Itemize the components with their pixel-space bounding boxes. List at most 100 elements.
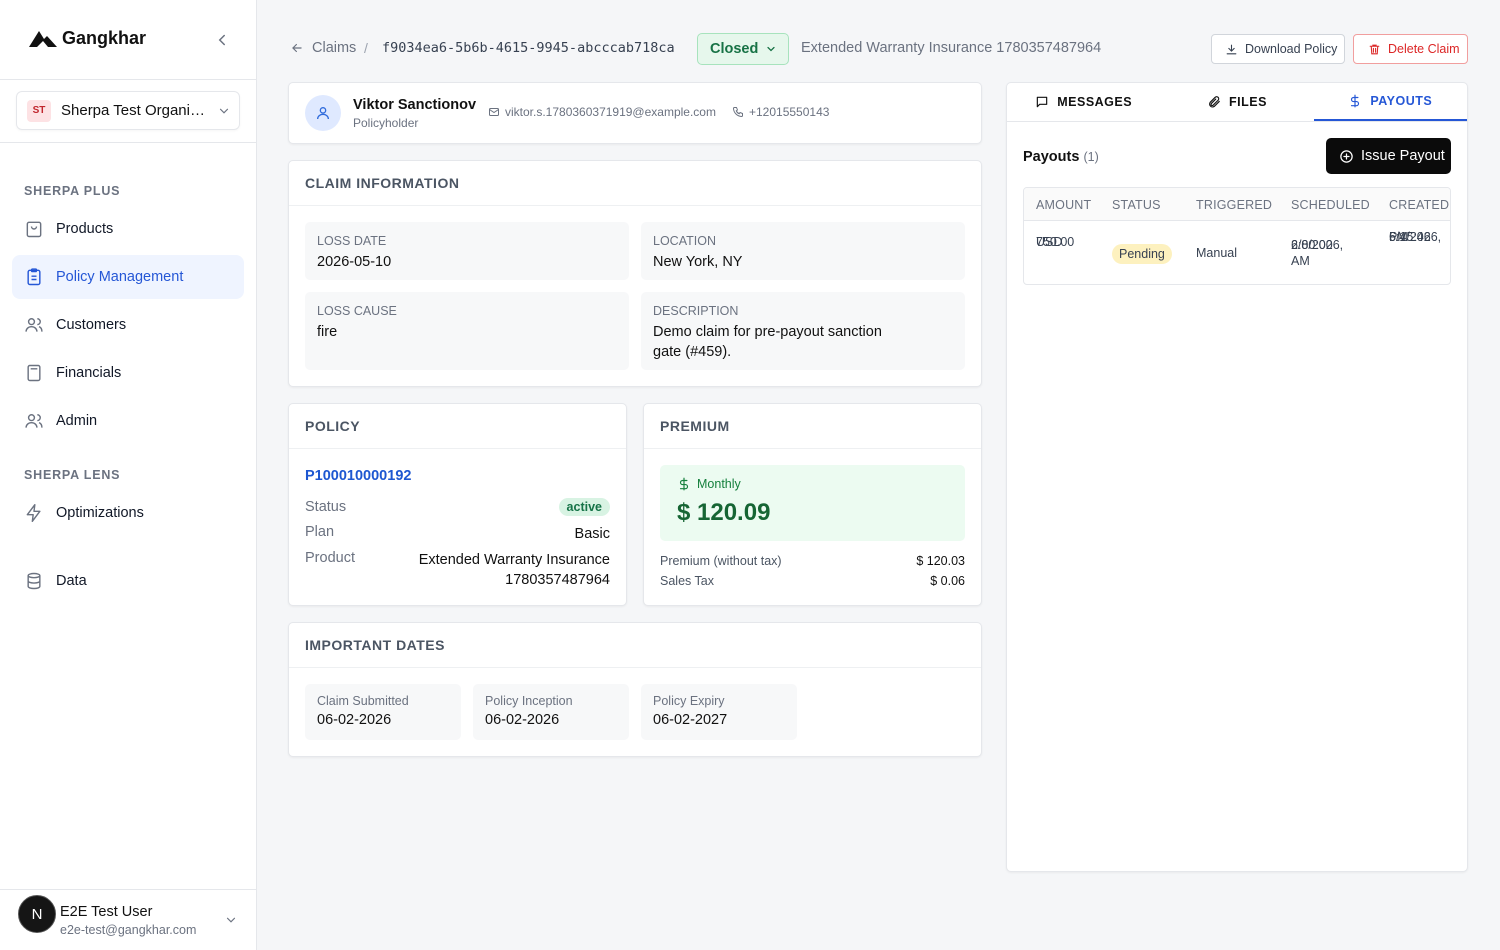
user-email: e2e-test@gangkhar.com <box>60 923 197 937</box>
tab-label: PAYOUTS <box>1370 94 1433 108</box>
users-icon <box>25 318 43 332</box>
tab-messages[interactable]: MESSAGES <box>1007 83 1160 121</box>
sidebar: Gangkhar ST Sherpa Test Organization SHE… <box>0 0 257 950</box>
sidebar-item-label: Data <box>56 573 87 589</box>
status-badge: Pending <box>1112 244 1172 264</box>
phone-icon <box>733 107 743 117</box>
breadcrumb-back-link[interactable]: Claims <box>290 40 356 56</box>
policy-product-row: Product Extended Warranty Insurance 1780… <box>305 550 610 590</box>
sidebar-item-label: Financials <box>56 365 122 381</box>
database-icon <box>27 572 41 590</box>
date-policy-expiry: Policy Expiry 06-02-2027 <box>641 684 797 740</box>
row-value: $ 120.03 <box>916 554 965 568</box>
payouts-heading: Payouts (1) <box>1023 149 1099 165</box>
tab-label: MESSAGES <box>1057 95 1133 109</box>
scheduled-time: 2:00:00 AM <box>1291 238 1333 268</box>
policyholder-name: Viktor Sanctionov <box>353 97 477 113</box>
paperclip-icon <box>1209 96 1220 108</box>
card-title: IMPORTANT DATES <box>289 623 981 668</box>
amount-currency: USD <box>1036 235 1063 249</box>
sidebar-item-admin[interactable]: Admin <box>12 399 244 443</box>
claim-id: f9034ea6-5b6b-4615-9945-abcccab718ca <box>382 40 675 56</box>
column-header: STATUS <box>1112 198 1161 212</box>
field-value: 2026-05-10 <box>317 254 392 270</box>
claim-status-label: Closed <box>710 41 759 57</box>
app-name: Gangkhar <box>62 28 147 48</box>
field-label: LOSS DATE <box>317 234 387 248</box>
policy-plan-row: Plan Basic <box>305 524 610 544</box>
card-title: POLICY <box>289 404 626 449</box>
row-label: Status <box>305 499 347 515</box>
tab-files[interactable]: FILES <box>1160 83 1313 121</box>
phone-text: +12015550143 <box>749 105 830 119</box>
row-label: Premium (without tax) <box>660 554 782 568</box>
field-value: New York, NY <box>653 254 743 270</box>
date-claim-submitted: Claim Submitted 06-02-2026 <box>305 684 461 740</box>
sidebar-item-optimizations[interactable]: Optimizations <box>12 491 244 535</box>
sidebar-item-products[interactable]: Products <box>12 207 244 251</box>
row-value: $ 0.06 <box>930 574 965 588</box>
product-line-1: Extended Warranty Insurance <box>418 552 610 568</box>
collapse-sidebar-button[interactable] <box>213 31 231 49</box>
panel-tabs: MESSAGES FILES PAYOUTS <box>1007 83 1467 122</box>
date-label: Policy Expiry <box>653 694 725 708</box>
arrow-left-icon <box>292 43 302 53</box>
message-icon <box>1036 96 1048 108</box>
policyholder-phone[interactable]: +12015550143 <box>732 105 829 119</box>
sales-tax-row: Sales Tax $ 0.06 <box>660 574 965 588</box>
email-text: viktor.s.1780360371919@example.com <box>505 105 716 119</box>
claim-status-dropdown[interactable]: Closed <box>697 33 789 65</box>
trash-icon <box>1369 44 1380 54</box>
issue-payout-label: Issue Payout <box>1361 148 1445 164</box>
app-logo[interactable]: Gangkhar <box>28 28 146 49</box>
sidebar-item-customers[interactable]: Customers <box>12 303 244 347</box>
user-menu[interactable]: N E2E Test User e2e-test@gangkhar.com <box>0 889 256 950</box>
policyholder-email[interactable]: viktor.s.1780360371919@example.com <box>488 105 716 119</box>
shopping-bag-icon <box>26 221 42 238</box>
tab-payouts[interactable]: PAYOUTS <box>1313 83 1467 121</box>
tab-label: FILES <box>1229 95 1267 109</box>
breadcrumb-separator: / <box>364 40 368 56</box>
download-policy-button[interactable]: Download Policy <box>1211 34 1345 64</box>
claim-information-card: CLAIM INFORMATION LOSS DATE 2026-05-10 L… <box>288 160 982 387</box>
policy-card: POLICY P100010000192 Status active Plan … <box>288 403 627 606</box>
row-label: Sales Tax <box>660 574 714 588</box>
premium-amount: $ 120.09 <box>677 499 771 526</box>
sidebar-item-label: Customers <box>56 317 127 333</box>
column-header: TRIGGERED <box>1196 198 1273 212</box>
delete-claim-button[interactable]: Delete Claim <box>1353 34 1468 64</box>
column-header: SCHEDULED <box>1291 198 1370 212</box>
org-switcher[interactable]: ST Sherpa Test Organization <box>16 91 240 130</box>
date-value: 06-02-2026 <box>485 712 560 728</box>
user-icon <box>305 95 341 131</box>
chevron-left-icon <box>218 34 225 46</box>
policy-number-link[interactable]: P100010000192 <box>305 468 411 484</box>
section-title-sherpa-lens: SHERPA LENS <box>24 468 121 482</box>
date-value: 06-02-2026 <box>317 712 392 728</box>
sidebar-item-data[interactable]: Data <box>12 559 244 603</box>
field-label: DESCRIPTION <box>653 304 739 318</box>
policyholder-card: Viktor Sanctionov Policyholder viktor.s.… <box>288 82 982 144</box>
download-icon <box>1226 44 1237 54</box>
dollar-icon <box>679 477 689 491</box>
breadcrumb-label: Claims <box>312 40 357 56</box>
calculator-icon <box>27 364 41 382</box>
loss-cause-field: LOSS CAUSE fire <box>305 292 629 370</box>
description-field: DESCRIPTION Demo claim for pre-payout sa… <box>641 292 965 370</box>
chevron-down-icon <box>767 46 775 52</box>
date-label: Policy Inception <box>485 694 573 708</box>
premium-without-tax-row: Premium (without tax) $ 120.03 <box>660 554 965 568</box>
column-header: AMOUNT <box>1036 198 1092 212</box>
product-line-2: 1780357487964 <box>505 572 610 588</box>
avatar: N <box>18 895 56 933</box>
chevron-down-icon <box>226 917 236 923</box>
mountain-logo-icon <box>29 30 57 47</box>
sidebar-item-financials[interactable]: Financials <box>12 351 244 395</box>
sidebar-item-policy-management[interactable]: Policy Management <box>12 255 244 299</box>
payouts-table: AMOUNT STATUS TRIGGERED SCHEDULED CREATE… <box>1023 187 1451 285</box>
sidebar-item-label: Optimizations <box>56 505 144 521</box>
issue-payout-button[interactable]: Issue Payout <box>1326 138 1451 174</box>
field-value: Demo claim for pre-payout sanction gate … <box>653 324 882 360</box>
premium-summary: Monthly $ 120.09 <box>660 465 965 541</box>
org-name: Sherpa Test Organization <box>61 102 207 119</box>
